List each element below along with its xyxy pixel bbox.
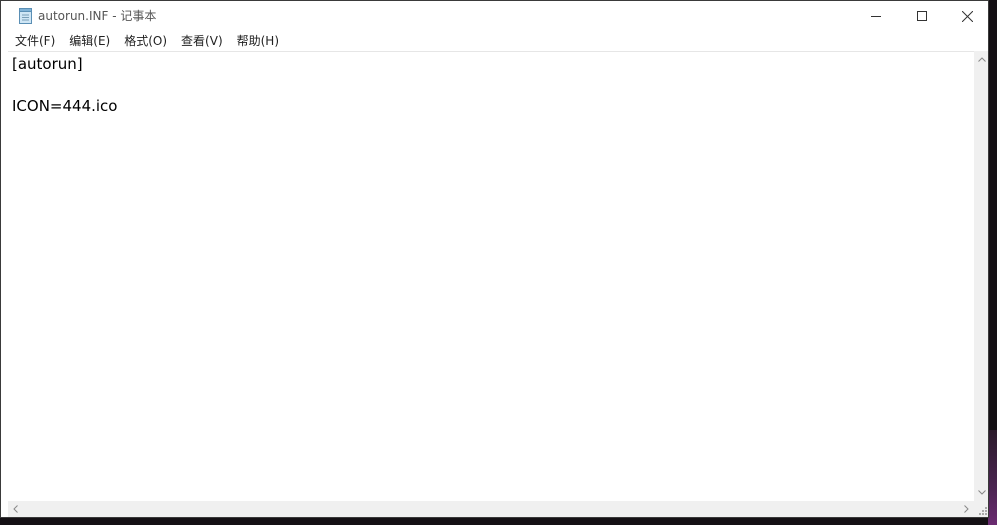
- text-line: [autorun]: [12, 55, 83, 73]
- desktop-background: [988, 430, 997, 525]
- notepad-icon: [18, 8, 33, 24]
- resize-corner[interactable]: [974, 501, 988, 517]
- menu-view[interactable]: 查看(V): [174, 31, 230, 51]
- scroll-down-icon[interactable]: [978, 490, 986, 495]
- menu-format[interactable]: 格式(O): [117, 31, 174, 51]
- text-line: [12, 75, 970, 96]
- notepad-window: autorun.INF - 记事本 文件(F) 编辑(E) 格式(O) 查看(V…: [0, 0, 989, 518]
- horizontal-scrollbar[interactable]: [8, 501, 974, 517]
- text-editor-area[interactable]: [autorun] ICON=444.ico: [8, 51, 974, 501]
- scroll-left-icon[interactable]: [13, 505, 18, 513]
- title-bar[interactable]: autorun.INF - 记事本: [1, 1, 988, 31]
- menu-help[interactable]: 帮助(H): [230, 31, 286, 51]
- scroll-right-icon[interactable]: [964, 505, 969, 513]
- resize-grip-icon[interactable]: [978, 506, 988, 516]
- close-icon: [961, 10, 973, 22]
- menu-file[interactable]: 文件(F): [8, 31, 62, 51]
- menu-bar: 文件(F) 编辑(E) 格式(O) 查看(V) 帮助(H): [1, 31, 988, 51]
- text-line: ICON=444.ico: [12, 97, 118, 115]
- close-button[interactable]: [944, 1, 988, 31]
- maximize-button[interactable]: [899, 1, 945, 31]
- vertical-scrollbar[interactable]: [974, 51, 988, 501]
- menu-edit[interactable]: 编辑(E): [62, 31, 117, 51]
- scroll-up-icon[interactable]: [978, 57, 986, 62]
- minimize-button[interactable]: [853, 1, 899, 31]
- minimize-icon: [871, 16, 881, 17]
- maximize-icon: [917, 11, 927, 21]
- window-title: autorun.INF - 记事本: [38, 9, 157, 23]
